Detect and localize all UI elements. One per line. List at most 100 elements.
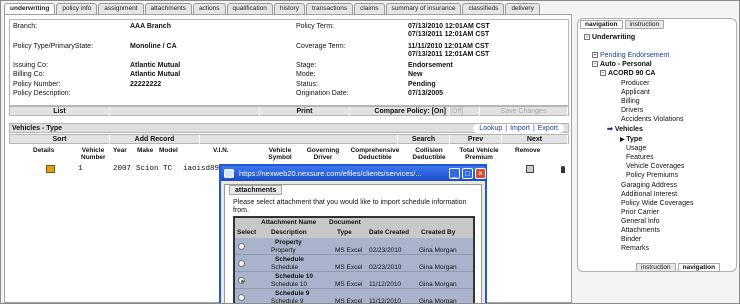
- tab-actions[interactable]: actions: [192, 3, 226, 14]
- tab-instruction[interactable]: instruction: [624, 20, 665, 29]
- nav-item-policy-wide-coverages[interactable]: Policy Wide Coverages: [621, 199, 693, 208]
- nav-item-attachments[interactable]: Attachments: [621, 226, 660, 235]
- nav-item-features[interactable]: Features: [626, 153, 654, 162]
- save-changes-button[interactable]: Save Changes: [480, 107, 568, 116]
- collapse-icon[interactable]: -: [584, 34, 590, 41]
- minimize-icon[interactable]: _: [449, 168, 460, 179]
- tab-summary-of-insurance[interactable]: summary of insurance: [385, 3, 462, 14]
- tab-classifieds[interactable]: classifieds: [462, 3, 505, 14]
- attachments-rows: Property Property MS Excel 02/23/2010 Gina M…: [235, 238, 473, 304]
- add-record-button[interactable]: Add Record: [110, 135, 200, 144]
- attachments-table-header: Attachment Name Document Select Descript…: [235, 218, 473, 238]
- nav-item-label: Pending Endorsement: [600, 52, 670, 59]
- nav-item-policy-premiums[interactable]: Policy Premiums: [626, 171, 678, 180]
- attachment-name: Property: [275, 239, 302, 246]
- nav-item-label: Applicant: [621, 89, 650, 96]
- attachment-row[interactable]: Property Property MS Excel 02/23/2010 Gina M…: [235, 238, 473, 255]
- col-governing-driver: Governing Driver: [306, 147, 340, 161]
- th-date-created: Date Created: [369, 229, 410, 236]
- attachment-name: Schedule 10: [275, 273, 313, 280]
- tab-policy-info[interactable]: policy info: [56, 3, 98, 14]
- policy-number-label: Policy Number:: [13, 81, 61, 88]
- vehicles-title: Vehicles - Type: [12, 125, 63, 132]
- col-make: Make: [137, 147, 154, 154]
- search-button[interactable]: Search: [398, 135, 450, 144]
- maximize-icon[interactable]: □: [462, 168, 473, 179]
- import-link[interactable]: Import: [510, 125, 530, 132]
- col-details: Details: [33, 147, 55, 154]
- prev-button[interactable]: Prev: [450, 135, 502, 144]
- tab-assignment[interactable]: assignment: [98, 3, 144, 14]
- nav-item-auto-personal[interactable]: - Auto - Personal: [592, 60, 652, 69]
- nav-item-usage[interactable]: Usage: [626, 144, 646, 153]
- policy-type-value: Monoline / CA: [130, 43, 177, 50]
- tab-transactions[interactable]: transactions: [306, 3, 354, 14]
- attachment-row[interactable]: Schedule Schedule MS Excel 02/23/2010 Gina M…: [235, 255, 473, 272]
- col-year: Year: [113, 147, 127, 154]
- nav-item-label: Binder: [621, 236, 642, 243]
- th-select: Select: [237, 229, 257, 236]
- attachment-date: 02/23/2010: [369, 264, 402, 271]
- nav-item-underwriting[interactable]: - Underwriting: [584, 33, 635, 42]
- sort-button[interactable]: Sort: [10, 135, 110, 144]
- expand-icon[interactable]: +: [592, 52, 598, 59]
- tab-delivery[interactable]: delivery: [505, 3, 540, 14]
- tab-instruction-bottom[interactable]: instruction: [636, 263, 676, 272]
- attachment-row[interactable]: Schedule 9 Schedule 9 MS Excel 11/12/2010 Gi…: [235, 289, 473, 304]
- nav-item-label: Vehicle Coverages: [626, 163, 685, 170]
- nav-item-label: Features: [626, 154, 654, 161]
- attachment-radio[interactable]: [238, 260, 245, 267]
- popup-message: Please select attachment that you would …: [233, 199, 467, 214]
- nav-item-billing[interactable]: Billing: [621, 97, 640, 106]
- nav-item-accidents-violations[interactable]: Accidents Violations: [621, 115, 684, 124]
- attachments-popup-window: https://nexweb20.nexsure.com/efiles/clie…: [219, 164, 487, 304]
- nav-item-binder[interactable]: Binder: [621, 235, 641, 244]
- nav-item-acord-90-ca[interactable]: - ACORD 90 CA: [600, 69, 655, 78]
- edit-pencil-icon[interactable]: [46, 165, 55, 173]
- tab-navigation[interactable]: navigation: [580, 20, 623, 29]
- tab-history[interactable]: history: [273, 3, 306, 14]
- compare-policy-off[interactable]: [Off]: [450, 107, 480, 116]
- billing-co-label: Billing Co:: [13, 71, 45, 78]
- nav-item-remarks[interactable]: Remarks: [621, 244, 649, 253]
- list-button[interactable]: List: [10, 107, 110, 116]
- nav-item-applicant[interactable]: Applicant: [621, 88, 650, 97]
- attachment-date: 11/12/2010: [369, 298, 402, 304]
- current-arrow-icon: ➡: [607, 126, 615, 133]
- branch-label: Branch:: [13, 23, 38, 30]
- nav-item-general-info[interactable]: General Info: [621, 217, 660, 226]
- tab-claims[interactable]: claims: [354, 3, 385, 14]
- vehicle-number: 1: [78, 165, 83, 173]
- col-collision-deductible: Collision Deductible: [412, 147, 446, 161]
- next-button[interactable]: Next: [502, 135, 568, 144]
- billing-co-value: Atlantic Mutual: [130, 71, 181, 78]
- attachment-radio[interactable]: [238, 277, 245, 284]
- nav-item-additional-interest[interactable]: Additional Interest: [621, 190, 677, 199]
- nav-item-label: Type: [626, 136, 643, 143]
- tab-underwriting[interactable]: underwriting: [4, 3, 56, 14]
- collapse-icon[interactable]: -: [592, 61, 598, 68]
- close-icon[interactable]: ×: [475, 168, 486, 179]
- attachment-radio[interactable]: [238, 294, 245, 301]
- nav-item-vehicles[interactable]: ➡ Vehicles: [607, 125, 643, 134]
- nav-item-drivers[interactable]: Drivers: [621, 106, 643, 115]
- nav-item-label: Policy Premiums: [626, 172, 679, 179]
- attachments-tab[interactable]: attachments: [229, 185, 283, 195]
- attachment-row[interactable]: Schedule 10 Schedule 10 MS Excel 11/12/2010…: [235, 272, 473, 289]
- attachment-radio[interactable]: [238, 243, 245, 250]
- export-link[interactable]: Export: [538, 125, 558, 132]
- nav-item-vehicle-coverages[interactable]: Vehicle Coverages: [626, 162, 684, 171]
- attachment-type: MS Excel: [335, 281, 363, 288]
- tab-attachments[interactable]: attachments: [144, 3, 192, 14]
- lookup-link[interactable]: Lookup: [479, 125, 502, 132]
- nav-item-prior-carrier[interactable]: Prior Carrier: [621, 208, 659, 217]
- tab-qualification[interactable]: qualification: [226, 3, 273, 14]
- remove-icon[interactable]: [526, 165, 534, 173]
- compare-policy-on[interactable]: Compare Policy: [On]: [350, 107, 450, 116]
- print-button[interactable]: Print: [260, 107, 350, 116]
- nav-item-producer[interactable]: Producer: [621, 79, 649, 88]
- tab-navigation-bottom[interactable]: navigation: [677, 263, 721, 272]
- nav-item-garaging-address[interactable]: Garaging Address: [621, 181, 677, 190]
- collapse-icon[interactable]: -: [600, 70, 606, 77]
- nav-item-pending-endorsement[interactable]: + Pending Endorsement: [592, 51, 669, 60]
